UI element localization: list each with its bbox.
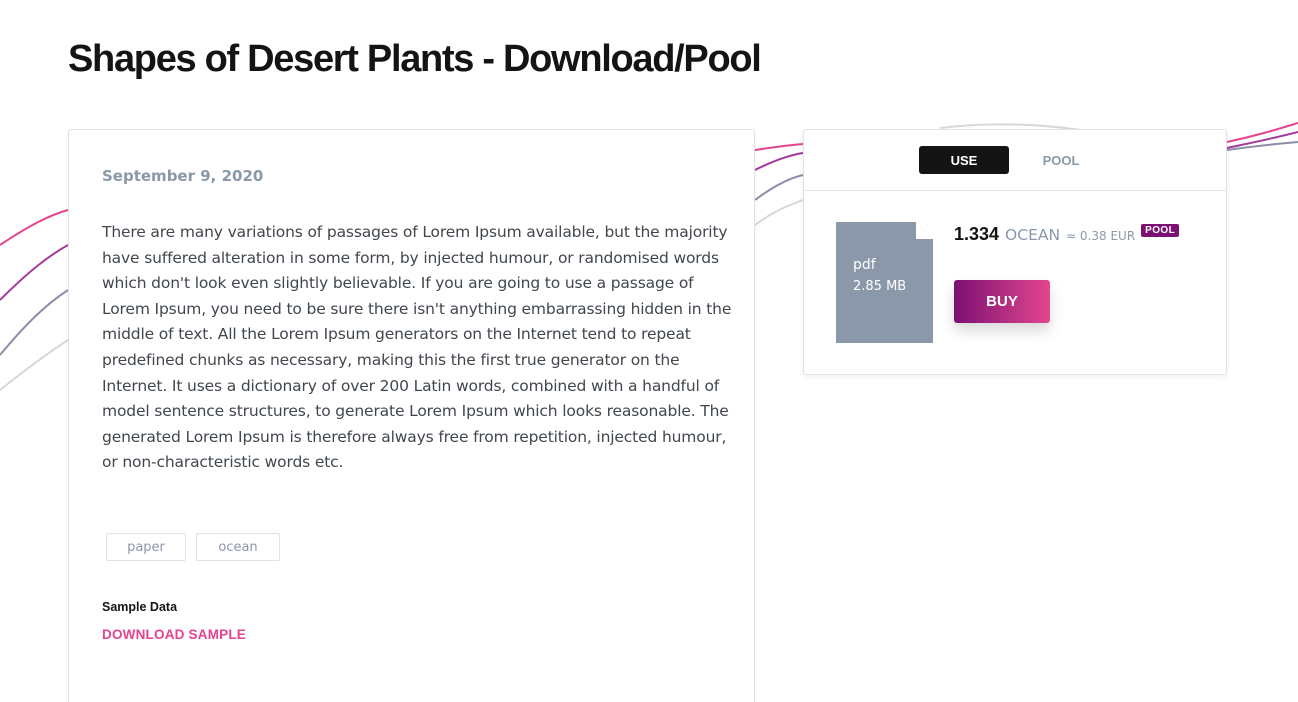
consume-tabs: USE POOL bbox=[804, 130, 1226, 191]
price-conversion: ≈ 0.38 EUR bbox=[1066, 229, 1136, 243]
page-title: Shapes of Desert Plants - Download/Pool bbox=[68, 38, 762, 80]
buy-button[interactable]: BUY bbox=[954, 280, 1050, 323]
tag-paper[interactable]: paper bbox=[106, 533, 186, 561]
asset-description: There are many variations of passages of… bbox=[102, 223, 732, 472]
tab-pool[interactable]: POOL bbox=[1026, 146, 1096, 174]
consume-card: USE POOL pdf 2.85 MB 1.334 OCEAN ≈ 0.38 … bbox=[803, 129, 1227, 375]
publish-date: September 9, 2020 bbox=[102, 167, 264, 185]
price-row: 1.334 OCEAN ≈ 0.38 EUR POOL bbox=[954, 224, 1180, 245]
tab-use[interactable]: USE bbox=[919, 146, 1009, 174]
tag-list: paper ocean bbox=[106, 533, 280, 561]
pool-badge: POOL bbox=[1141, 224, 1180, 237]
sample-data-label: Sample Data bbox=[102, 600, 178, 614]
asset-details-card: September 9, 2020 There are many variati… bbox=[68, 129, 755, 702]
price-token: OCEAN bbox=[1005, 226, 1061, 244]
page: Shapes of Desert Plants - Download/Pool … bbox=[0, 0, 1298, 702]
download-sample-link[interactable]: DOWNLOAD SAMPLE bbox=[102, 627, 246, 642]
file-size: 2.85 MB bbox=[853, 279, 907, 294]
price-value: 1.334 bbox=[954, 224, 1000, 244]
file-type: pdf bbox=[853, 257, 876, 273]
tag-ocean[interactable]: ocean bbox=[196, 533, 280, 561]
